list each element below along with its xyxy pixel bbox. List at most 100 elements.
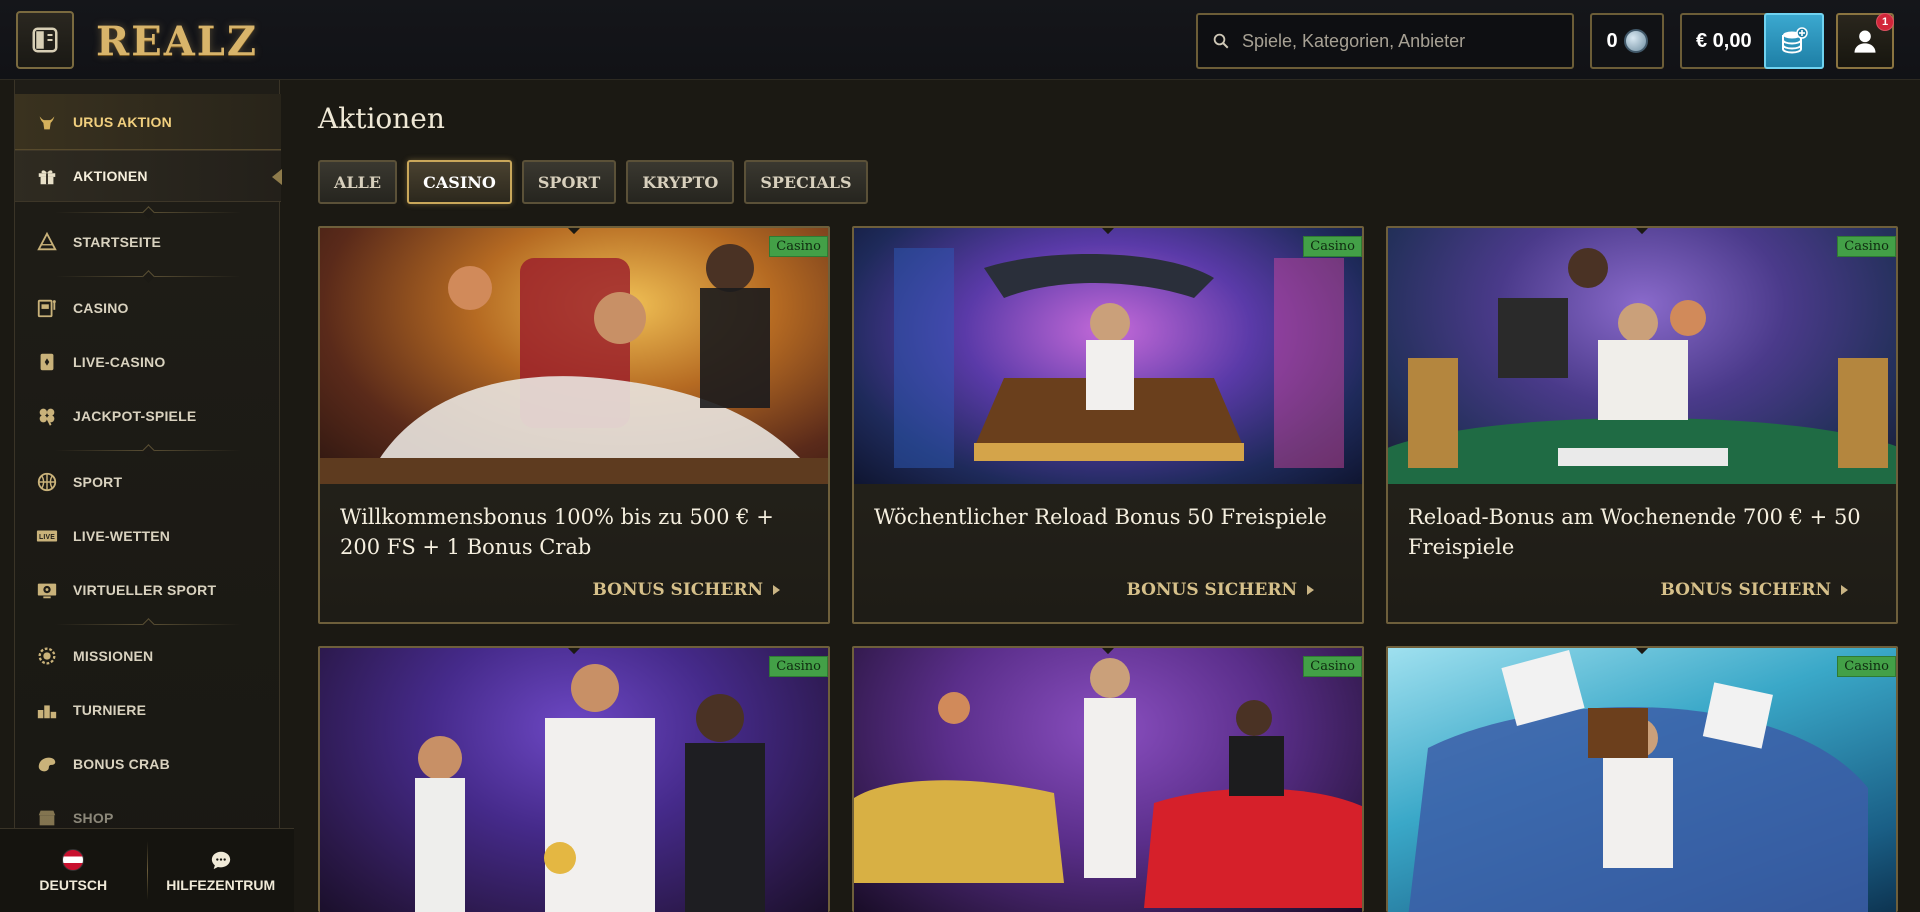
claim-bonus-button[interactable]: BONUS SICHERN xyxy=(592,580,780,600)
sidebar-item-turniere[interactable]: TURNIERE xyxy=(15,684,281,736)
promo-title: Reload-Bonus am Wochenende 700 € + 50 Fr… xyxy=(1408,505,1861,559)
crab-icon xyxy=(35,752,59,776)
slot-machine-icon xyxy=(35,296,59,320)
promo-illustration xyxy=(1388,248,1896,484)
promo-card[interactable]: Casino xyxy=(852,646,1364,912)
sidebar-item-label: JACKPOT-SPIELE xyxy=(73,408,197,424)
claim-bonus-button[interactable]: BONUS SICHERN xyxy=(1126,580,1314,600)
promo-illustration xyxy=(854,658,1362,908)
sidebar-item-urus-aktion[interactable]: URUS AKTION xyxy=(15,94,281,150)
claim-bonus-button[interactable]: BONUS SICHERN xyxy=(1660,580,1848,600)
sidebar-divider xyxy=(55,212,241,213)
mission-medal-icon xyxy=(35,644,59,668)
deposit-button[interactable] xyxy=(1764,13,1824,69)
language-selector[interactable]: DEUTSCH xyxy=(0,829,147,912)
category-tag: Casino xyxy=(769,656,828,677)
sidebar-item-label: SPORT xyxy=(73,474,123,490)
promo-card[interactable]: Casino Wöchentlicher Reload Bonus 50 Fre… xyxy=(852,226,1364,624)
sidebar-item-bonus-crab[interactable]: BONUS CRAB xyxy=(15,738,281,790)
bull-icon xyxy=(35,110,59,134)
category-tag: Casino xyxy=(1303,236,1362,257)
filter-sport[interactable]: SPORT xyxy=(521,160,617,204)
sidebar-footer: DEUTSCH HILFEZENTRUM xyxy=(0,828,294,912)
sidebar-item-label: URUS AKTION xyxy=(73,113,172,130)
promo-card[interactable]: Casino Willkommensbonus 100% bis zu 500 … xyxy=(318,226,830,624)
promo-image: Casino xyxy=(1388,228,1896,484)
coins-value: 0 xyxy=(1606,29,1618,52)
notification-badge: 1 xyxy=(1876,13,1894,31)
sidebar-item-label: VIRTUELLER SPORT xyxy=(73,582,217,598)
promo-title: Willkommensbonus 100% bis zu 500 € + 200… xyxy=(340,505,774,559)
chat-bubble-icon xyxy=(211,851,230,869)
sidebar-toggle-button[interactable] xyxy=(16,11,74,69)
sidebar-item-live-wetten[interactable]: LIVE LIVE-WETTEN xyxy=(15,510,281,562)
category-tag: Casino xyxy=(769,236,828,257)
promo-illustration xyxy=(1408,649,1868,912)
coin-stack-plus-icon xyxy=(1782,27,1808,54)
filter-alle[interactable]: ALLE xyxy=(318,160,398,204)
promo-image: Casino xyxy=(1388,648,1896,912)
promo-card[interactable]: Casino xyxy=(318,646,830,912)
sidebar-item-label: SHOP xyxy=(73,810,114,826)
sidebar-divider xyxy=(55,624,241,625)
sidebar-item-label: CASINO xyxy=(73,300,129,316)
promo-illustration xyxy=(415,664,765,912)
virtual-sport-icon xyxy=(35,578,59,602)
filter-krypto[interactable]: KRYPTO xyxy=(626,160,735,204)
live-badge-icon: LIVE xyxy=(35,524,59,548)
shop-icon xyxy=(35,806,59,830)
sidebar-item-label: LIVE-CASINO xyxy=(73,354,166,370)
sidebar-item-virtueller-sport[interactable]: VIRTUELLER SPORT xyxy=(15,564,281,616)
sidebar-item-label: AKTIONEN xyxy=(73,168,148,184)
help-center-button[interactable]: HILFEZENTRUM xyxy=(148,829,295,912)
podium-icon xyxy=(35,698,59,722)
filter-bar: ALLE CASINO SPORT KRYPTO SPECIALS xyxy=(318,160,868,204)
filter-casino[interactable]: CASINO xyxy=(407,160,512,204)
sidebar-item-label: BONUS CRAB xyxy=(73,756,170,772)
promo-card[interactable]: Casino xyxy=(1386,646,1898,912)
category-tag: Casino xyxy=(1837,236,1896,257)
sidebar-item-live-casino[interactable]: LIVE-CASINO xyxy=(15,336,281,388)
sidebar-item-label: MISSIONEN xyxy=(73,648,154,664)
promo-image: Casino xyxy=(320,648,828,912)
claim-bonus-label: BONUS SICHERN xyxy=(1660,580,1832,600)
filter-specials[interactable]: SPECIALS xyxy=(744,160,868,204)
coins-balance[interactable]: 0 xyxy=(1590,13,1664,69)
claim-bonus-label: BONUS SICHERN xyxy=(592,580,764,600)
promo-image: Casino xyxy=(854,648,1362,912)
clover-icon xyxy=(35,404,59,428)
page-title: Aktionen xyxy=(318,102,445,135)
sidebar-item-missionen[interactable]: MISSIONEN xyxy=(15,630,281,682)
sidebar-divider xyxy=(55,450,241,451)
profile-button[interactable]: 1 xyxy=(1836,13,1894,69)
category-tag: Casino xyxy=(1303,656,1362,677)
brand-logo[interactable]: REALZ xyxy=(96,18,258,65)
playing-card-icon xyxy=(35,350,59,374)
sidebar-item-casino[interactable]: CASINO xyxy=(15,282,281,334)
sidebar-divider xyxy=(55,276,241,277)
pyramid-icon xyxy=(35,230,59,254)
sidebar-item-jackpot-spiele[interactable]: JACKPOT-SPIELE xyxy=(15,390,281,442)
promo-card[interactable]: Casino Reload-Bonus am Wochenende 700 € … xyxy=(1386,226,1898,624)
sidebar-item-sport[interactable]: SPORT xyxy=(15,456,281,508)
promo-image: Casino xyxy=(854,228,1362,484)
search-icon xyxy=(1213,33,1229,49)
balance-value: € 0,00 xyxy=(1696,29,1752,52)
language-label: DEUTSCH xyxy=(39,876,108,893)
sidebar-item-label: LIVE-WETTEN xyxy=(73,528,171,544)
sidebar-item-aktionen[interactable]: AKTIONEN xyxy=(15,150,282,202)
arrow-right-icon xyxy=(1307,585,1314,595)
search-box[interactable] xyxy=(1196,13,1574,69)
claim-bonus-label: BONUS SICHERN xyxy=(1126,580,1298,600)
arrow-right-icon xyxy=(773,585,780,595)
search-input[interactable] xyxy=(1242,30,1562,52)
user-icon xyxy=(1854,30,1876,53)
austria-flag-icon xyxy=(62,848,85,871)
gift-icon xyxy=(35,164,59,188)
help-center-label: HILFEZENTRUM xyxy=(166,876,276,893)
promo-illustration xyxy=(894,248,1344,468)
svg-text:LIVE: LIVE xyxy=(39,534,55,541)
sidebar: URUS AKTION AKTIONEN STARTSEITE CASINO L… xyxy=(14,80,282,912)
sidebar-item-startseite[interactable]: STARTSEITE xyxy=(15,216,281,268)
category-tag: Casino xyxy=(1837,656,1896,677)
